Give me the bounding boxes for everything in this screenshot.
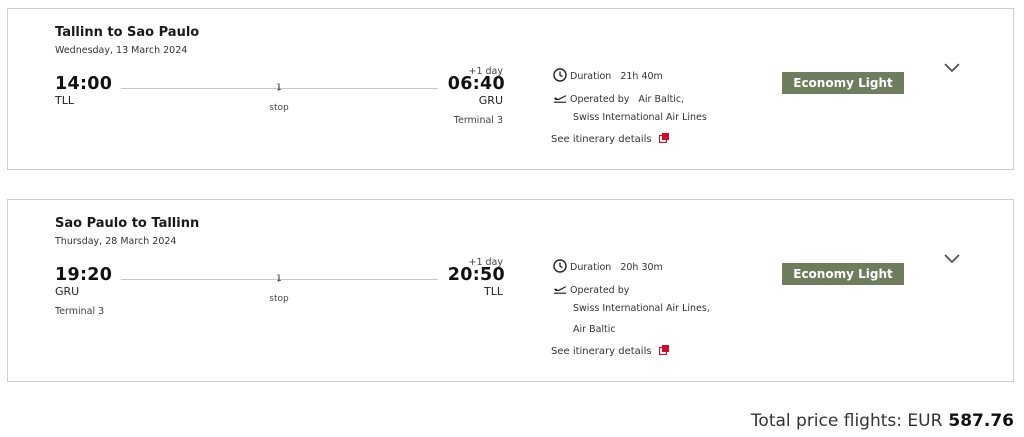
duration-value: 20h 30m — [620, 262, 663, 273]
departure-airport: GRU — [55, 285, 80, 298]
chevron-down-icon[interactable] — [943, 253, 961, 265]
stops-label: stop — [269, 294, 289, 304]
operator-row: Operated by — [553, 282, 629, 296]
plane-takeoff-icon — [554, 286, 567, 294]
itinerary-details-link[interactable]: See itinerary details — [551, 133, 669, 145]
flight-card-outbound: Tallinn to Sao Paulo Wednesday, 13 March… — [7, 8, 1014, 170]
operator-line1: Swiss International Air Lines, — [573, 303, 710, 314]
total-price-amount: 587.76 — [948, 411, 1014, 431]
stops-label: stop — [269, 103, 289, 113]
arrival-time: 20:50 — [447, 265, 505, 285]
clock-icon — [553, 68, 567, 82]
departure-airport: TLL — [55, 94, 74, 107]
operator-line1: Air Baltic, — [638, 94, 685, 105]
flight-date: Thursday, 28 March 2024 — [55, 236, 177, 247]
operator-row: Operated by Air Baltic, — [553, 91, 684, 105]
operated-label: Operated by — [570, 94, 630, 105]
duration-row: Duration 20h 30m — [553, 259, 663, 273]
flight-title: Tallinn to Sao Paulo — [55, 25, 200, 40]
duration-label: Duration — [570, 71, 612, 82]
itinerary-details-link[interactable]: See itinerary details — [551, 345, 669, 357]
arrival-airport: TLL — [484, 285, 503, 298]
flight-title: Sao Paulo to Tallinn — [55, 216, 200, 231]
operator-line2: Swiss International Air Lines — [573, 112, 707, 123]
operated-label: Operated by — [570, 285, 630, 296]
fare-badge[interactable]: Economy Light — [782, 72, 904, 94]
external-link-icon — [658, 345, 669, 355]
stops-count: 1 — [276, 274, 282, 284]
plane-takeoff-icon — [554, 95, 567, 103]
total-price-label: Total price flights: EUR — [750, 411, 943, 431]
arrival-airport: GRU — [478, 94, 503, 107]
duration-row: Duration 21h 40m — [553, 68, 663, 82]
departure-terminal: Terminal 3 — [55, 306, 105, 317]
external-link-icon — [658, 133, 669, 143]
total-price: Total price flights: EUR 587.76 — [751, 411, 1014, 431]
flight-card-return: Sao Paulo to Tallinn Thursday, 28 March … — [7, 199, 1014, 382]
itinerary-link-label: See itinerary details — [551, 346, 652, 357]
duration-label: Duration — [570, 262, 612, 273]
stops-count: 1 — [276, 83, 282, 93]
chevron-down-icon[interactable] — [943, 62, 961, 74]
clock-icon — [553, 259, 567, 273]
operator-line2: Air Baltic — [573, 324, 616, 335]
duration-value: 21h 40m — [620, 71, 663, 82]
fare-badge[interactable]: Economy Light — [782, 263, 904, 285]
departure-time: 19:20 — [55, 265, 113, 285]
itinerary-link-label: See itinerary details — [551, 134, 652, 145]
arrival-terminal: Terminal 3 — [453, 115, 503, 126]
departure-time: 14:00 — [55, 74, 113, 94]
arrival-time: 06:40 — [447, 74, 505, 94]
flight-date: Wednesday, 13 March 2024 — [55, 45, 188, 56]
